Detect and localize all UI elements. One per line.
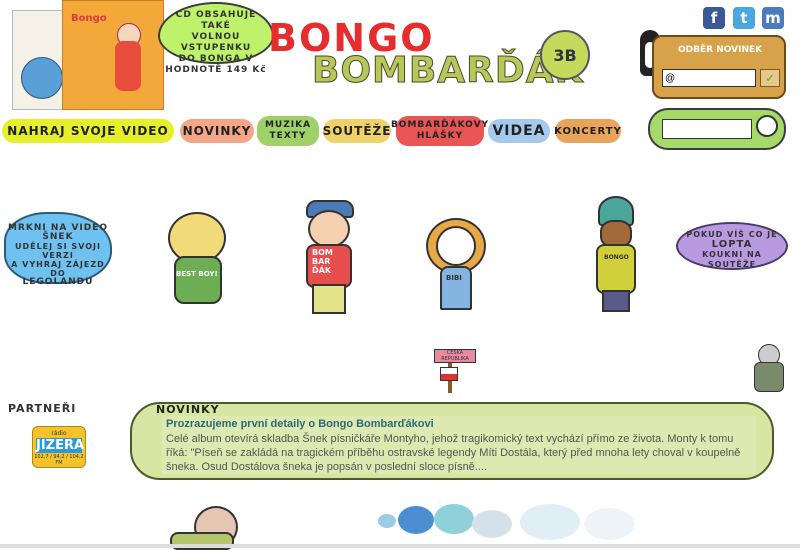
character-bombardak[interactable]: BOM BAR ĎÁK (304, 200, 354, 314)
news-title: NOVINKY (156, 403, 220, 416)
character-shirt-text: BOM BAR ĎÁK (312, 248, 333, 275)
contest-promo-bubble[interactable]: POKUD VÍŠ CO JE LOPTA KOUKNI NA SOUTĚŽE (676, 222, 788, 270)
newsletter-title: ODBĚR NOVINEK (678, 45, 763, 55)
partner-logo-frequency: 102,7 / 94,2 / 104,2 FM (34, 454, 84, 466)
nav-music-label: MUZIKA (264, 120, 312, 130)
news-item: Prozrazujeme první detaily o Bongo Bomba… (162, 416, 756, 474)
bubble-right-line: LOPTA (711, 239, 753, 250)
cd-front-cover-image[interactable]: Bongo (62, 0, 164, 110)
twitter-icon[interactable]: t (733, 7, 755, 29)
cloud-illustration (584, 508, 634, 540)
cloud-illustration (378, 514, 396, 528)
cd-cover-label: Bongo (71, 13, 107, 24)
cloud-illustration (434, 504, 474, 534)
partner-logo-small: rádio (51, 430, 67, 437)
cd-kid-body-illustration (115, 41, 141, 91)
bubble-left-line: UDĚLEJ SI SVOJI VERZI (14, 242, 101, 260)
nav-quotes-label-1: BOMBARĎÁKOVY (390, 120, 490, 130)
character-shirt-line: ĎÁK (312, 266, 332, 275)
magnifier-icon[interactable] (756, 115, 778, 137)
character-legs (602, 290, 630, 312)
nav-quotes-label-2: HLÁŠKY (416, 131, 464, 141)
page-bottom-border (0, 544, 800, 548)
character-body (440, 266, 472, 310)
character-body (596, 244, 636, 294)
character-legs (312, 284, 346, 314)
globe-illustration (21, 57, 63, 99)
myspace-icon[interactable]: m (762, 7, 784, 29)
signpost-illustration: ČESKÁ REPUBLIKA (434, 345, 476, 393)
character-bongo[interactable]: BONGO (596, 196, 636, 312)
nav-upload-video[interactable]: NAHRAJ SVOJE VIDEO (2, 119, 174, 143)
character-shirt-line: BAR (312, 257, 331, 266)
cd-bubble-line: HODNOTĚ 149 Kč (165, 65, 267, 75)
nav-concerts[interactable]: KONCERTY (554, 119, 621, 143)
character-head (308, 210, 350, 248)
character-shirt-text: BIBI (446, 274, 462, 282)
character-shirt-text: BEST BOY! (176, 270, 218, 278)
bubble-left-line: LEGOLANDU (22, 277, 94, 287)
nav-contests[interactable]: SOUTĚŽE (323, 119, 391, 143)
nav-videos[interactable]: VIDEA (488, 119, 550, 143)
character-shirt-line: BOM (312, 248, 333, 257)
partners-title: PARTNEŘI (8, 402, 77, 415)
czech-flag-icon (440, 367, 458, 381)
snail-illustration (170, 506, 240, 550)
cd-promo-bubble: CD OBSAHUJE TAKÉ VOLNOU VSTUPENKU DO BON… (158, 2, 274, 75)
facebook-icon[interactable]: f (703, 7, 725, 29)
bubble-right-line: KOUKNI NA SOUTĚŽE (702, 250, 762, 269)
cd-bubble-line: VOLNOU VSTUPENKU (180, 32, 252, 53)
check-icon[interactable]: ✓ (760, 69, 780, 87)
partner-radio-jizera-logo[interactable]: rádio JIZERA 102,7 / 94,2 / 104,2 FM (32, 426, 86, 468)
video-promo-bubble[interactable]: MRKNI NA VIDEO ŠNEK UDĚLEJ SI SVOJI VERZ… (4, 212, 112, 287)
sun-badge-label: 3B (553, 45, 577, 65)
news-headline-link[interactable]: Prozrazujeme první detaily o Bongo Bomba… (166, 418, 434, 430)
partner-logo-name: JIZERA (36, 438, 85, 453)
character-shirt-text: BONGO (604, 254, 629, 261)
nav-music-lyrics[interactable]: MUZIKA TEXTY (257, 116, 319, 146)
character-body (174, 256, 222, 304)
cloud-illustration (520, 504, 580, 540)
cd-bubble-line: DO BONGA V (178, 54, 254, 64)
cd-bubble-line: CD OBSAHUJE TAKÉ (175, 10, 257, 31)
newsletter-email-input[interactable] (662, 69, 756, 87)
nav-lyrics-label: TEXTY (269, 131, 307, 141)
search-input[interactable] (662, 119, 752, 139)
sun-badge-icon: 3B (540, 30, 590, 80)
news-panel: NOVINKY Prozrazujeme první detaily o Bon… (130, 402, 774, 480)
signpost-text: ČESKÁ REPUBLIKA (434, 349, 476, 363)
character-bibi[interactable]: BIBI (426, 218, 486, 312)
bubble-left-line: ŠNEK (42, 232, 74, 242)
character-face (436, 226, 476, 266)
cloud-illustration (472, 510, 512, 538)
old-lady-illustration (752, 344, 786, 392)
bubble-left-line: A VYHRAJ ZÁJEZD DO (11, 260, 105, 278)
search-box (648, 108, 786, 150)
character-best-boy[interactable]: BEST BOY! (168, 212, 228, 312)
nav-quotes[interactable]: BOMBARĎÁKOVY HLÁŠKY (391, 116, 488, 146)
newsletter-box: ODBĚR NOVINEK ✓ (652, 35, 786, 99)
nav-news[interactable]: NOVINKY (180, 119, 254, 143)
cloud-illustration (398, 506, 434, 534)
news-body-text: Celé album otevírá skladba Šnek písničká… (166, 433, 741, 473)
